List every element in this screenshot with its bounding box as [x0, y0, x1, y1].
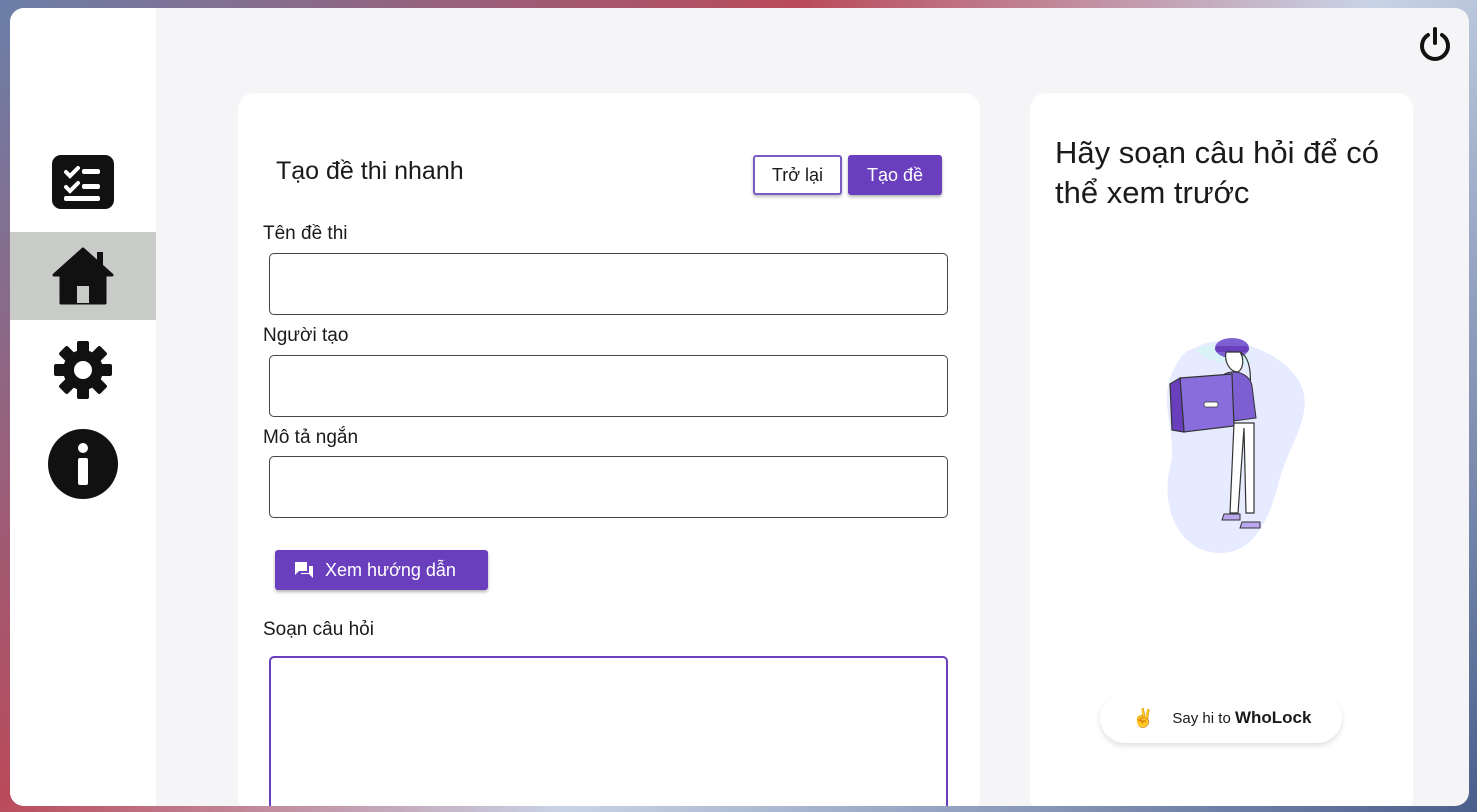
- author-field[interactable]: [269, 355, 948, 417]
- compose-label: Soạn câu hỏi: [263, 619, 374, 640]
- view-guide-label: Xem hướng dẫn: [325, 559, 456, 580]
- sidebar-item-dashboard[interactable]: [10, 138, 156, 226]
- compose-question-field[interactable]: [269, 656, 948, 806]
- create-exam-button[interactable]: Tạo đề: [848, 155, 942, 195]
- back-button[interactable]: Trở lại: [753, 155, 842, 195]
- power-icon[interactable]: [1417, 26, 1453, 62]
- sidebar-item-info[interactable]: [10, 420, 156, 508]
- exam-name-field[interactable]: [269, 253, 948, 315]
- preview-card: Hãy soạn câu hỏi để có thể xem trước ✌ S…: [1030, 93, 1413, 806]
- preview-title: Hãy soạn câu hỏi để có thể xem trước: [1055, 135, 1379, 210]
- view-guide-button[interactable]: Xem hướng dẫn: [275, 550, 488, 590]
- info-icon: [48, 429, 118, 499]
- page-title: Tạo đề thi nhanh: [276, 157, 464, 185]
- exam-name-label: Tên đề thi: [263, 223, 348, 244]
- app-window: Tạo đề thi nhanh Trở lại Tạo đề Tên đề t…: [10, 8, 1469, 806]
- chip-text: Say hi to WhoLock: [1172, 708, 1311, 728]
- home-icon: [52, 247, 114, 305]
- list-icon: [52, 155, 114, 209]
- description-label: Mô tả ngắn: [263, 427, 359, 448]
- chat-icon: [295, 562, 313, 578]
- say-hi-chip[interactable]: ✌ Say hi to WhoLock: [1100, 693, 1342, 743]
- sidebar: [10, 8, 156, 806]
- chip-brand: WhoLock: [1234, 708, 1312, 727]
- delivery-person-illustration: [1166, 338, 1305, 553]
- author-label: Người tạo: [263, 325, 349, 346]
- description-field[interactable]: [269, 456, 948, 518]
- sidebar-item-settings[interactable]: [10, 326, 156, 414]
- chip-prefix: Say hi to: [1172, 710, 1231, 727]
- sidebar-item-home[interactable]: [10, 232, 156, 320]
- create-exam-card: Tạo đề thi nhanh Trở lại Tạo đề Tên đề t…: [238, 93, 980, 806]
- peace-hand-icon: ✌: [1132, 707, 1155, 728]
- gear-icon: [54, 341, 112, 399]
